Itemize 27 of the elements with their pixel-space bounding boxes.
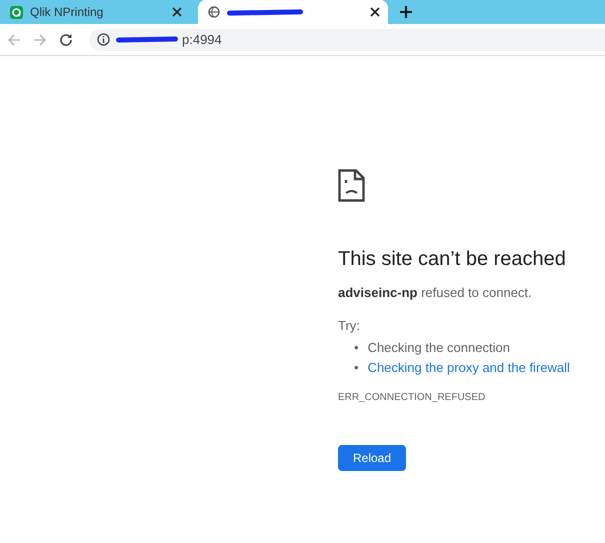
back-arrow-icon (7, 32, 21, 46)
browser-tab[interactable] (198, 0, 388, 24)
app-logo-icon (10, 6, 23, 18)
suggestion-text: Checking the connection (368, 339, 510, 357)
reload-button[interactable] (59, 32, 73, 46)
error-heading: This site can’t be reached (338, 248, 566, 271)
new-tab-button[interactable] (400, 6, 412, 18)
reload-page-button[interactable]: Reload (338, 445, 406, 471)
close-icon (370, 7, 380, 17)
url-text: p:4994 (182, 32, 222, 47)
sad-document-icon (338, 169, 365, 202)
tab-title: Qlik NPrinting (30, 5, 104, 19)
plus-icon (400, 6, 412, 18)
suggestion-link[interactable]: Checking the proxy and the firewall (368, 358, 570, 378)
reload-icon (59, 32, 73, 46)
try-label: Try: (338, 318, 360, 333)
close-tab-button[interactable] (172, 7, 182, 17)
forward-arrow-icon (33, 32, 47, 46)
error-message: adviseinc-np refused to connect. (338, 285, 532, 300)
error-code: ERR_CONNECTION_REFUSED (338, 392, 486, 403)
list-bullet: • (354, 359, 359, 377)
close-icon (172, 7, 182, 17)
list-bullet: • (354, 339, 359, 357)
info-icon (97, 33, 110, 46)
close-tab-button[interactable] (370, 7, 380, 17)
address-bar[interactable]: p:4994 (89, 28, 605, 50)
globe-icon (208, 6, 220, 18)
